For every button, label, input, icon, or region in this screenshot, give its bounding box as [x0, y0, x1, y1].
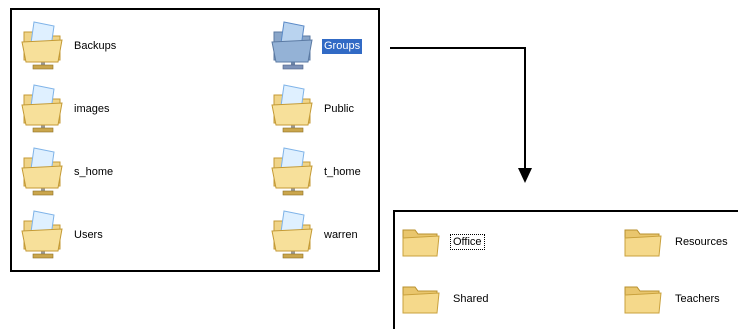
- folder-item-teachers[interactable]: Teachers: [623, 279, 722, 319]
- folder-item-resources[interactable]: Resources: [623, 222, 730, 262]
- shared-folder-icon: [270, 207, 316, 263]
- folder-icon: [623, 224, 663, 260]
- share-item-warren[interactable]: warren: [270, 207, 360, 263]
- folder-icon: [401, 281, 441, 317]
- shared-folder-icon: [270, 144, 316, 200]
- folder-item-label: Shared: [453, 293, 489, 305]
- share-item-s-home[interactable]: s_home: [20, 144, 115, 200]
- share-item-label: Groups: [322, 38, 363, 54]
- share-item-users[interactable]: Users: [20, 207, 105, 263]
- shared-folder-icon: [20, 207, 66, 263]
- share-item-label: Backups: [74, 39, 117, 52]
- folder-item-shared[interactable]: Shared: [401, 279, 490, 319]
- groups-folder-panel: Office Resources Shared Teachers: [393, 210, 738, 329]
- share-item-public[interactable]: Public: [270, 81, 356, 137]
- share-item-label: Public: [324, 102, 354, 115]
- folder-item-label: Resources: [675, 236, 728, 248]
- share-item-label: t_home: [324, 165, 361, 178]
- folder-icon: [401, 224, 441, 260]
- share-item-label: s_home: [74, 165, 114, 178]
- shared-folder-icon: [20, 81, 66, 137]
- share-item-label: warren: [324, 228, 358, 241]
- share-item-groups[interactable]: Groups: [270, 18, 363, 74]
- share-item-t-home[interactable]: t_home: [270, 144, 363, 200]
- shared-folder-icon: [270, 81, 316, 137]
- folder-item-label: Office: [450, 234, 485, 250]
- share-item-label: images: [74, 102, 110, 115]
- share-item-label: Users: [74, 228, 103, 241]
- share-item-backups[interactable]: Backups: [20, 18, 118, 74]
- folder-item-label: Teachers: [675, 293, 720, 305]
- folder-item-office[interactable]: Office: [401, 222, 485, 262]
- shared-folder-icon: [270, 18, 316, 74]
- folder-icon: [623, 281, 663, 317]
- share-item-images[interactable]: images: [20, 81, 111, 137]
- shared-folder-icon: [20, 144, 66, 200]
- shares-panel: Backups Groups images Public s_home t_ho…: [10, 8, 380, 272]
- shared-folder-icon: [20, 18, 66, 74]
